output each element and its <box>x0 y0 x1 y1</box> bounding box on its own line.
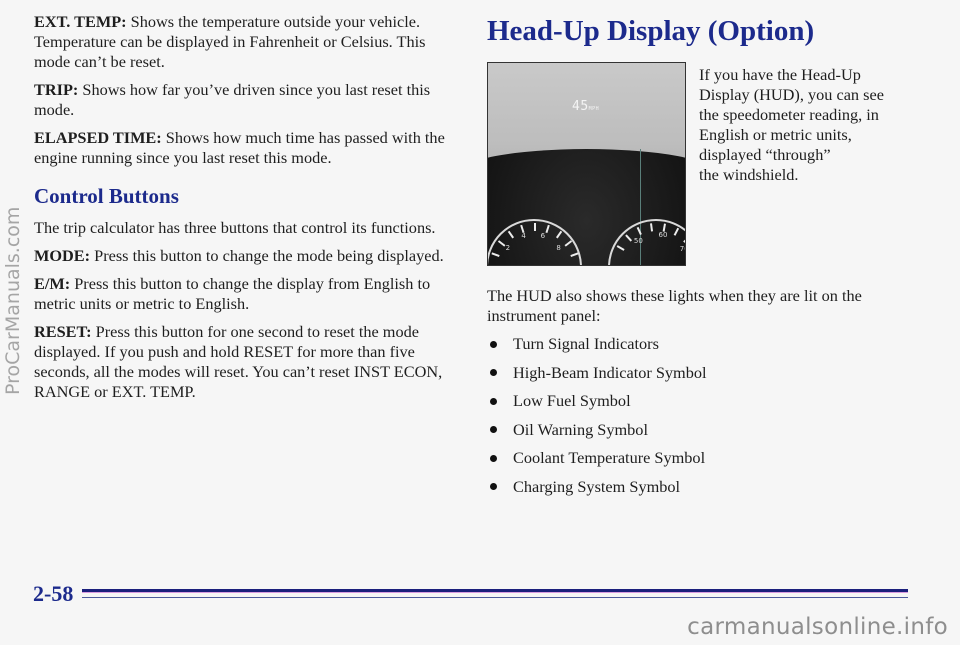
lights-intro: The HUD also shows these lights when the… <box>487 286 862 325</box>
gauge-tick <box>497 240 506 247</box>
gauge-label: 4 <box>521 232 526 241</box>
term-description: Shows how far you’ve driven since you la… <box>34 80 431 119</box>
gauge-tick <box>636 226 642 235</box>
lights-list: Turn Signal Indicators High-Beam Indicat… <box>487 334 927 497</box>
bullet-icon <box>490 340 497 348</box>
term-label: MODE: <box>34 246 91 265</box>
bullet-icon <box>490 426 497 433</box>
light-label: Turn Signal Indicators <box>513 334 659 353</box>
gauge-tick <box>650 223 654 232</box>
hud-photo: 45MPH 2 4 6 8 50 60 70 <box>487 62 686 266</box>
hud-intro: 45MPH 2 4 6 8 50 60 70 If you have the Head-U… <box>487 62 927 266</box>
reset-button-paragraph: RESET: Press this button for one second … <box>34 322 464 402</box>
page-title: Head-Up Display (Option) <box>487 15 815 47</box>
hud-description-line: the speedometer reading, in <box>699 105 879 124</box>
hud-description: If you have the Head-Up Display (HUD), y… <box>699 65 884 185</box>
term-description: Press this button to change the display … <box>34 274 431 313</box>
trip-paragraph: TRIP: Shows how far you’ve driven since … <box>34 80 464 120</box>
hud-description-line: the windshield. <box>699 165 799 184</box>
elapsed-time-paragraph: ELAPSED TIME: Shows how much time has pa… <box>34 128 464 168</box>
bullet-icon <box>490 397 497 405</box>
gauge-label: 50 <box>633 237 643 246</box>
gauge-tick <box>491 252 500 257</box>
list-item: Coolant Temperature Symbol <box>487 448 927 468</box>
light-label: Low Fuel Symbol <box>513 391 631 410</box>
hud-speed-readout: 45MPH <box>572 99 599 114</box>
list-item: Low Fuel Symbol <box>487 391 927 411</box>
light-label: Charging System Symbol <box>513 476 681 496</box>
footer-rule <box>82 589 908 598</box>
term-description: Press this button to change the mode bei… <box>90 246 444 265</box>
term-label: TRIP: <box>34 80 79 99</box>
list-item: Oil Warning Symbol <box>487 420 927 440</box>
hud-description-line: If you have the Head-Up <box>699 65 861 84</box>
hud-description-line: English or metric units, <box>699 125 852 144</box>
term-label: E/M: <box>34 274 71 293</box>
light-label: Coolant Temperature Symbol <box>513 448 706 467</box>
gauge-tick <box>570 252 579 257</box>
list-item: Charging System Symbol <box>487 477 927 497</box>
side-watermark: ProCarManuals.com <box>2 206 24 395</box>
gauge-tick <box>625 234 633 242</box>
gauge-label: 60 <box>658 231 668 240</box>
control-buttons-intro: The trip calculator has three buttons th… <box>34 218 436 237</box>
gauge-tick <box>683 235 685 243</box>
gauge-label: 8 <box>556 243 561 252</box>
em-button-paragraph: E/M: Press this button to change the dis… <box>34 274 464 314</box>
gauge-label: 70 <box>679 245 685 254</box>
bullet-icon <box>490 454 497 462</box>
gauge-tick <box>616 245 625 251</box>
gauge-tick <box>564 240 573 247</box>
gauge-tick <box>545 224 550 234</box>
footer-rule-thick <box>82 589 908 592</box>
hud-speed-unit: MPH <box>588 106 600 112</box>
ext-temp-paragraph: EXT. TEMP: Shows the temperature outside… <box>34 12 464 72</box>
term-label: RESET: <box>34 322 92 341</box>
right-column: Head-Up Display (Option) 45MPH 2 4 6 8 50 60… <box>487 14 927 505</box>
term-label: ELAPSED TIME: <box>34 128 162 147</box>
term-label: EXT. TEMP: <box>34 12 127 31</box>
term-description: Press this button for one second to rese… <box>34 322 443 401</box>
mode-button-paragraph: MODE: Press this button to change the mo… <box>34 246 464 266</box>
light-label: High-Beam Indicator Symbol <box>513 362 707 382</box>
list-item: Turn Signal Indicators <box>487 334 927 354</box>
gauge-tick <box>673 227 680 236</box>
hud-description-line: Display (HUD), you can see <box>699 85 884 104</box>
hud-speed-value: 45 <box>572 99 589 114</box>
hud-description-line: displayed “through” <box>699 145 831 164</box>
gauge-tick <box>507 230 515 239</box>
gauge-label: 6 <box>540 232 546 241</box>
list-item: High-Beam Indicator Symbol <box>487 363 927 383</box>
gauge-tick <box>555 230 563 239</box>
site-watermark-link[interactable]: carmanualsonline.info <box>687 614 948 640</box>
page-number: 2-58 <box>33 581 74 606</box>
bullet-icon <box>490 483 497 490</box>
left-column: EXT. TEMP: Shows the temperature outside… <box>34 12 464 410</box>
bullet-icon <box>490 369 497 376</box>
gauge-tick <box>534 223 536 231</box>
light-label: Oil Warning Symbol <box>513 419 648 439</box>
section-heading-control-buttons: Control Buttons <box>34 184 179 208</box>
footer-rule-thin <box>82 597 908 598</box>
gauge-label: 2 <box>505 243 511 252</box>
